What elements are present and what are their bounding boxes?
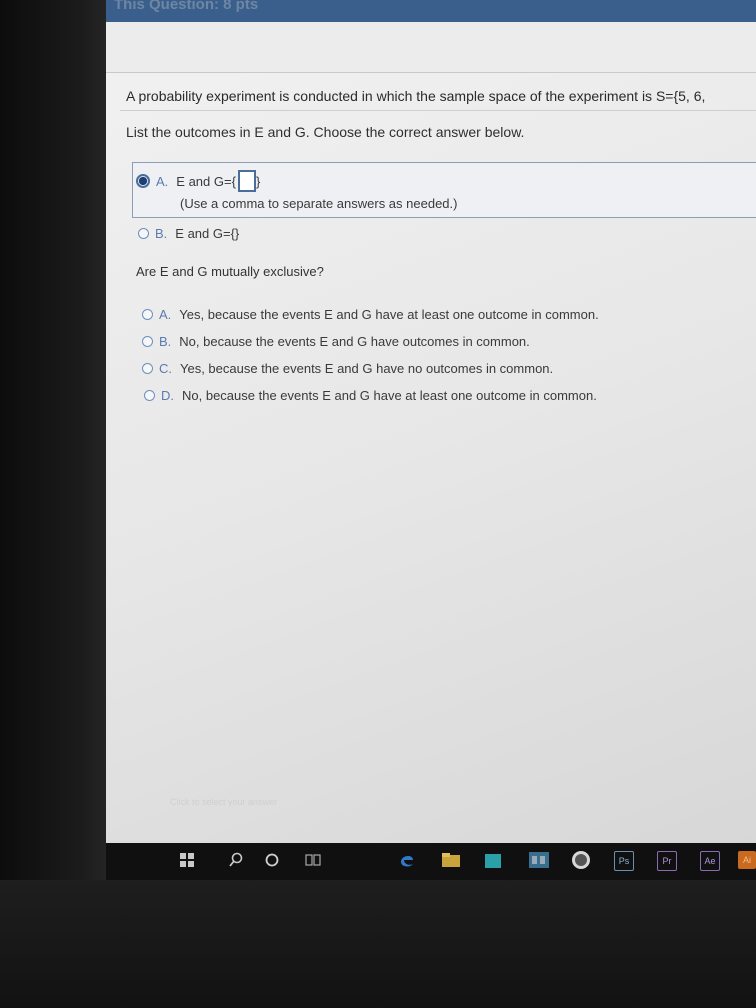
option-text: No, because the events E and G have outc…: [179, 334, 530, 349]
radio-icon[interactable]: [144, 390, 155, 401]
option-text: E and G={: [176, 173, 236, 189]
answer-input[interactable]: [237, 170, 256, 192]
option-text: No, because the events E and G have at l…: [182, 388, 597, 403]
monitor-bezel-bottom: [0, 880, 756, 1008]
option-text: Yes, because the events E and G have at …: [179, 307, 599, 322]
option-letter: B.: [155, 226, 168, 241]
option-letter: C.: [159, 361, 172, 376]
option-letter: A.: [156, 173, 169, 189]
radio-selected-icon[interactable]: [136, 174, 150, 188]
windows-icon[interactable]: [180, 853, 194, 867]
radio-icon[interactable]: [142, 309, 153, 320]
option-letter: A.: [159, 307, 172, 322]
monitor-bezel-left: [0, 0, 112, 1008]
option-text: Yes, because the events E and G have no …: [180, 361, 554, 376]
edge-icon[interactable]: [398, 851, 416, 869]
part2-option-d[interactable]: D. No, because the events E and G have a…: [144, 388, 597, 403]
question-divider: [120, 110, 756, 111]
click-to-select-hint: Click to select your answer: [170, 797, 278, 807]
photoshop-icon[interactable]: Ps: [614, 851, 634, 871]
option-letter: D.: [161, 388, 174, 403]
illustrator-icon[interactable]: Ai: [738, 851, 756, 869]
search-icon[interactable]: [228, 852, 244, 868]
question-text: A probability experiment is conducted in…: [126, 88, 706, 104]
part2-option-c[interactable]: C. Yes, because the events E and G have …: [142, 361, 553, 376]
screen: This Question: 8 pts A probability exper…: [106, 0, 756, 880]
option-letter: B.: [159, 334, 172, 349]
part2-option-a[interactable]: A. Yes, because the events E and G have …: [142, 307, 599, 322]
option-text: E and G={}: [175, 226, 240, 241]
question-prompt: List the outcomes in E and G. Choose the…: [126, 124, 525, 140]
cortana-icon[interactable]: [265, 853, 279, 867]
option-closing-brace: }: [255, 173, 261, 189]
radio-icon[interactable]: [142, 363, 153, 374]
part1-option-a[interactable]: A. E and G={ }: [136, 170, 260, 192]
input-hint: (Use a comma to separate answers as need…: [180, 196, 458, 211]
part2-question: Are E and G mutually exclusive?: [136, 264, 324, 279]
question-points-title: This Question: 8 pts: [114, 0, 259, 13]
vm-icon[interactable]: [528, 851, 550, 869]
radio-icon[interactable]: [138, 228, 149, 239]
radio-icon[interactable]: [142, 336, 153, 347]
store-icon[interactable]: [484, 851, 502, 869]
file-explorer-icon[interactable]: [441, 852, 461, 868]
after-effects-icon[interactable]: Ae: [700, 851, 720, 871]
hp-icon[interactable]: [571, 850, 591, 870]
premiere-icon[interactable]: Pr: [657, 851, 677, 871]
part1-option-b[interactable]: B. E and G={}: [138, 226, 239, 241]
task-view-icon[interactable]: [305, 853, 321, 867]
part2-option-b[interactable]: B. No, because the events E and G have o…: [142, 334, 530, 349]
top-header: This Question: 8 pts: [106, 0, 756, 22]
header-band: [106, 22, 756, 73]
